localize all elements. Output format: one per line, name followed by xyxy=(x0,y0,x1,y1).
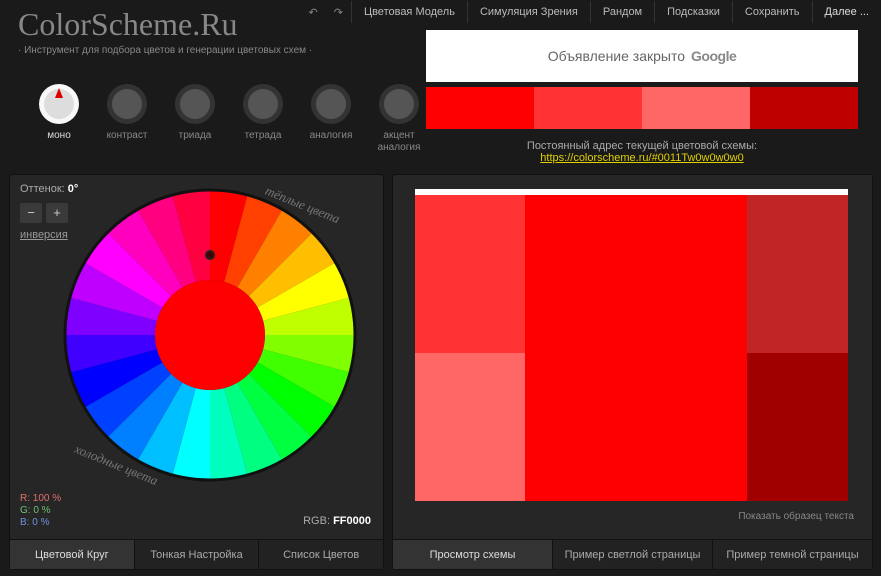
preview-cell-2[interactable] xyxy=(525,195,747,353)
scheme-mono[interactable]: моно xyxy=(36,84,82,154)
rgb-code: RGB: FF0000 xyxy=(303,515,371,527)
scheme-label: триада xyxy=(179,130,212,142)
menu-vision-sim[interactable]: Симуляция Зрения xyxy=(467,1,590,23)
rgb-percent: R: 100 % G: 0 % B: 0 % xyxy=(20,493,61,529)
subtitle: · Инструмент для подбора цветов и генера… xyxy=(18,45,312,56)
header: ColorScheme.Ru · Инструмент для подбора … xyxy=(18,6,312,56)
ad-text: Объявление закрыто xyxy=(548,48,685,64)
permalink-label: Постоянный адрес текущей цветовой схемы: xyxy=(426,140,858,152)
preview-cell-4[interactable] xyxy=(415,353,525,501)
right-panel: Показать образец текста Просмотр схемы П… xyxy=(392,174,873,570)
tab-preview[interactable]: Просмотр схемы xyxy=(393,540,553,569)
rgb-b: B: 0 % xyxy=(20,517,61,529)
scheme-label: аналогия xyxy=(310,130,353,142)
left-tabs: Цветовой Круг Тонкая Настройка Список Цв… xyxy=(10,539,383,569)
tab-color-list[interactable]: Список Цветов xyxy=(259,540,383,569)
hue-minus-button[interactable]: − xyxy=(20,203,42,223)
scheme-triad[interactable]: триада xyxy=(172,84,218,154)
logo: ColorScheme.Ru xyxy=(18,6,312,43)
rgb-g: G: 0 % xyxy=(20,505,61,517)
menu-hints[interactable]: Подсказки xyxy=(654,1,732,23)
top-menu: ↶ ↷ Цветовая Модель Симуляция Зрения Ран… xyxy=(301,0,881,24)
tab-dark-page[interactable]: Пример темной страницы xyxy=(713,540,872,569)
tab-fine-tune[interactable]: Тонкая Настройка xyxy=(135,540,260,569)
scheme-label: тетрада xyxy=(245,130,282,142)
color-wheel[interactable]: тёплые цвета холодные цвета xyxy=(60,185,360,485)
tab-color-wheel[interactable]: Цветовой Круг xyxy=(10,540,135,569)
permalink-url[interactable]: https://colorscheme.ru/#0011Tw0w0w0w0 xyxy=(540,152,743,164)
redo-icon[interactable]: ↷ xyxy=(326,2,351,23)
preview-cell-1[interactable] xyxy=(415,195,525,353)
preview-cell-5[interactable] xyxy=(525,353,747,501)
scheme-analog[interactable]: аналогия xyxy=(308,84,354,154)
menu-save[interactable]: Сохранить xyxy=(732,1,812,23)
hue-handle[interactable] xyxy=(205,250,215,260)
swatch-2[interactable] xyxy=(534,87,642,129)
hue-text: Оттенок: xyxy=(20,183,65,195)
rgb-label: RGB: xyxy=(303,515,330,527)
left-panel: Оттенок: 0° − + инверсия тёплые цвета хо… xyxy=(9,174,384,570)
scheme-label: контраст xyxy=(107,130,148,142)
menu-color-model[interactable]: Цветовая Модель xyxy=(351,1,467,23)
swatch-3[interactable] xyxy=(642,87,750,129)
preview-cell-3[interactable] xyxy=(747,195,848,353)
scheme-label: акцент аналогия xyxy=(378,130,421,154)
tab-light-page[interactable]: Пример светлой страницы xyxy=(553,540,713,569)
preview-cell-6[interactable] xyxy=(747,353,848,501)
show-sample-text-link[interactable]: Показать образец текста xyxy=(738,511,854,522)
permalink-block: Постоянный адрес текущей цветовой схемы:… xyxy=(426,140,858,164)
scheme-label: моно xyxy=(47,130,71,142)
google-logo: Google xyxy=(691,48,736,64)
ad-banner: Объявление закрыто Google xyxy=(426,30,858,82)
menu-random[interactable]: Рандом xyxy=(590,1,654,23)
rgb-r: R: 100 % xyxy=(20,493,61,505)
swatch-row xyxy=(426,87,858,129)
scheme-accent-analog[interactable]: акцент аналогия xyxy=(376,84,422,154)
scheme-row: моно контраст триада тетрада аналогия ак… xyxy=(36,84,422,154)
scheme-contrast[interactable]: контраст xyxy=(104,84,150,154)
rgb-hex: FF0000 xyxy=(333,515,371,527)
scheme-tetrad[interactable]: тетрада xyxy=(240,84,286,154)
preview-area xyxy=(415,189,848,501)
swatch-4[interactable] xyxy=(750,87,858,129)
menu-next[interactable]: Далее ... xyxy=(812,1,881,23)
swatch-1[interactable] xyxy=(426,87,534,129)
right-tabs: Просмотр схемы Пример светлой страницы П… xyxy=(393,539,872,569)
